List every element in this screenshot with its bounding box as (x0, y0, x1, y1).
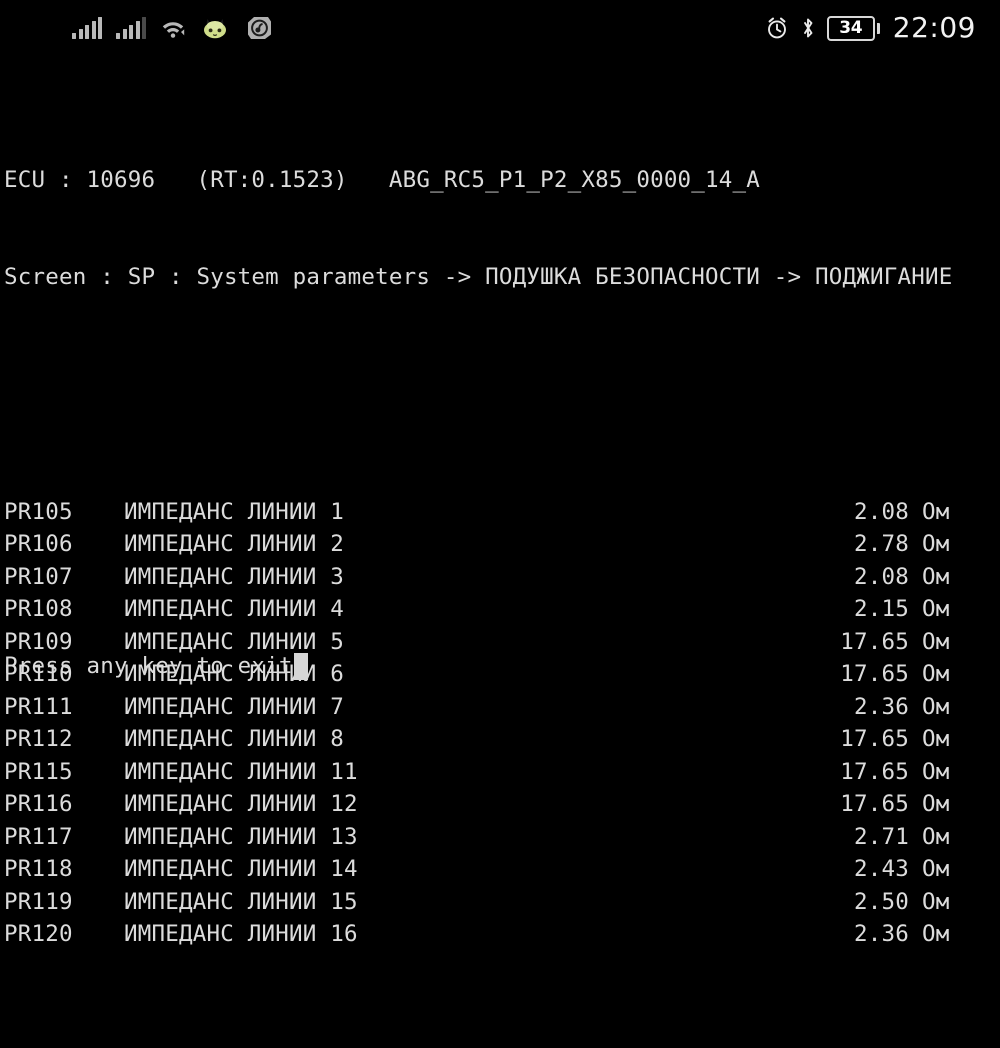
parameter-id: PR107 (4, 563, 73, 590)
parameter-name: ИМПЕДАНС ЛИНИИ 11 (124, 758, 358, 785)
parameter-unit: Ом (922, 531, 950, 557)
parameter-unit: Ом (922, 628, 950, 655)
parameter-name: ИМПЕДАНС ЛИНИИ 12 (124, 791, 358, 817)
parameter-id: PR117 (4, 823, 73, 850)
battery-icon: 34 (826, 15, 880, 41)
parameter-row: PR120 ИМПЕДАНС ЛИНИИ 16 2.36 Ом (4, 918, 1000, 951)
parameter-unit: Ом (922, 856, 950, 882)
parameter-name: ИМПЕДАНС ЛИНИИ 4 (124, 596, 344, 622)
parameter-row: PR117 ИМПЕДАНС ЛИНИИ 13 2.71 Ом (4, 821, 1000, 854)
parameter-value: 2.43 (854, 856, 909, 882)
parameter-name: ИМПЕДАНС ЛИНИИ 15 (124, 888, 358, 915)
parameter-unit: Ом (922, 888, 950, 915)
signal-bars-sim2-icon (116, 17, 146, 39)
parameter-id: PR105 (4, 498, 73, 525)
wifi-icon (160, 17, 186, 39)
terminal-output: ECU : 10696 (RT:0.1523) ABG_RC5_P1_P2_X8… (0, 56, 1000, 948)
alarm-icon (765, 16, 789, 40)
parameter-name: ИМПЕДАНС ЛИНИИ 16 (124, 921, 358, 947)
signal-bars-sim1-icon (72, 17, 102, 39)
parameter-unit: Ом (922, 791, 950, 817)
parameter-name: ИМПЕДАНС ЛИНИИ 1 (124, 498, 344, 525)
status-bar-right-group: 34 22:09 (765, 14, 986, 42)
parameter-id: PR115 (4, 758, 73, 785)
parameter-name: ИМПЕДАНС ЛИНИИ 8 (124, 726, 344, 752)
parameter-unit: Ом (922, 726, 950, 752)
parameter-value: 2.50 (854, 888, 909, 915)
text-cursor (293, 652, 308, 680)
parameter-row: PR108 ИМПЕДАНС ЛИНИИ 4 2.15 Ом (4, 593, 1000, 626)
parameter-row: PR115 ИМПЕДАНС ЛИНИИ 11 17.65 Ом (4, 756, 1000, 789)
parameter-row: PR106 ИМПЕДАНС ЛИНИИ 2 2.78 Ом (4, 528, 1000, 561)
parameter-id: PR120 (4, 921, 73, 947)
parameter-name: ИМПЕДАНС ЛИНИИ 13 (124, 823, 358, 850)
parameter-value: 2.15 (854, 596, 909, 622)
parameter-row: PR112 ИМПЕДАНС ЛИНИИ 8 17.65 Ом (4, 723, 1000, 756)
parameter-unit: Ом (922, 563, 950, 590)
parameter-row: PR116 ИМПЕДАНС ЛИНИИ 12 17.65 Ом (4, 788, 1000, 821)
music-app-icon (244, 15, 274, 41)
parameter-name: ИМПЕДАНС ЛИНИИ 3 (124, 563, 344, 590)
parameter-row: PR107 ИМПЕДАНС ЛИНИИ 3 2.08 Ом (4, 561, 1000, 594)
game-app-icon (200, 15, 230, 41)
ecu-info-line: ECU : 10696 (RT:0.1523) ABG_RC5_P1_P2_X8… (4, 166, 761, 193)
parameter-value: 2.36 (854, 921, 909, 947)
parameter-value: 2.08 (854, 498, 909, 525)
parameter-row: PR119 ИМПЕДАНС ЛИНИИ 15 2.50 Ом (4, 886, 1000, 919)
screen-breadcrumb-line: Screen : SP : System parameters -> ПОДУШ… (4, 264, 953, 290)
parameter-id: PR116 (4, 791, 73, 817)
parameter-row: PR105 ИМПЕДАНС ЛИНИИ 1 2.08 Ом (4, 496, 1000, 529)
parameter-id: PR112 (4, 726, 73, 752)
parameter-value: 2.78 (854, 531, 909, 557)
parameter-id: PR106 (4, 531, 73, 557)
parameter-unit: Ом (922, 661, 950, 687)
parameter-unit: Ом (922, 498, 950, 525)
parameter-value: 17.65 (840, 628, 909, 655)
parameter-id: PR108 (4, 596, 73, 622)
parameter-id: PR119 (4, 888, 73, 915)
parameter-name: ИМПЕДАНС ЛИНИИ 2 (124, 531, 344, 557)
status-bar-left-group (14, 15, 274, 41)
parameter-id: PR118 (4, 856, 73, 882)
parameter-row: PR118 ИМПЕДАНС ЛИНИИ 14 2.43 Ом (4, 853, 1000, 886)
battery-level-text: 34 (839, 17, 863, 38)
parameter-value: 2.08 (854, 563, 909, 590)
parameter-unit: Ом (922, 823, 950, 850)
bluetooth-icon (800, 16, 816, 40)
parameter-unit: Ом (922, 758, 950, 785)
parameter-value: 2.71 (854, 823, 909, 850)
exit-prompt: Press any key to exit (4, 650, 308, 683)
parameter-name: ИМПЕДАНС ЛИНИИ 14 (124, 856, 358, 882)
parameter-value: 17.65 (840, 758, 909, 785)
exit-prompt-text: Press any key to exit (4, 653, 293, 679)
parameter-unit: Ом (922, 596, 950, 622)
status-bar-clock: 22:09 (892, 11, 976, 44)
parameter-value: 17.65 (840, 791, 909, 817)
parameter-list: PR105 ИМПЕДАНС ЛИНИИ 1 2.08 Ом PR106 ИМПЕДАНС… (4, 496, 1000, 951)
parameter-value: 17.65 (840, 726, 909, 752)
parameter-unit: Ом (922, 921, 950, 947)
parameter-value: 17.65 (840, 661, 909, 687)
phone-screen: 34 22:09 ECU : 10696 (RT:0.1523) ABG_RC5… (0, 0, 1000, 948)
status-bar: 34 22:09 (0, 0, 1000, 56)
